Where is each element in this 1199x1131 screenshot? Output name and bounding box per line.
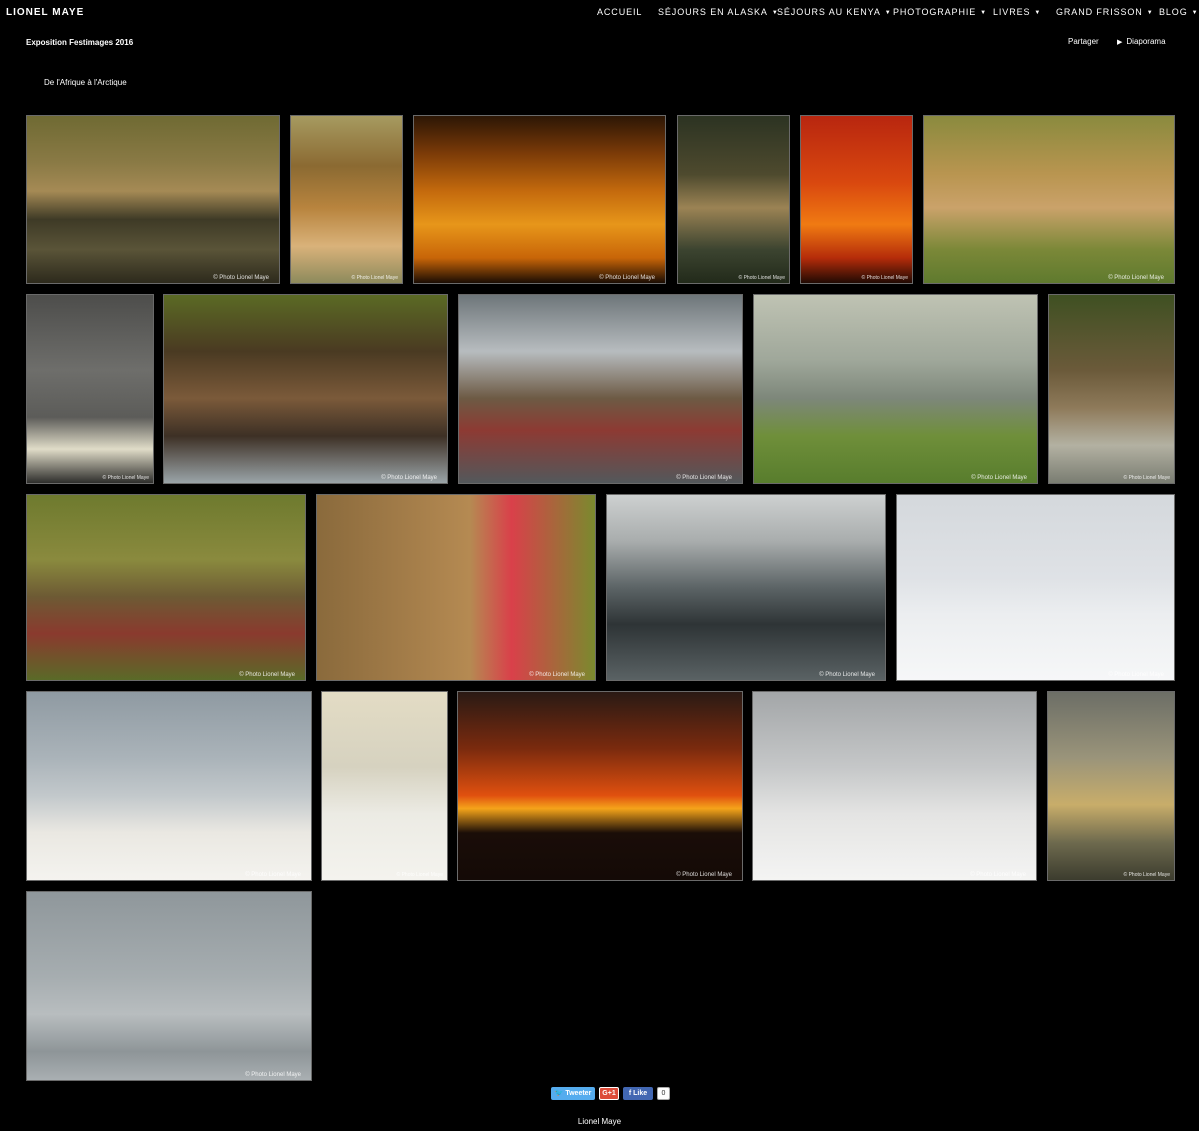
photo-watermark: © Photo Lionel Maye (381, 475, 437, 481)
nav-label: PHOTOGRAPHIE (893, 7, 977, 17)
photo-watermark: © Photo Lionel Maye (213, 275, 269, 281)
photo-giraffe-sunset[interactable]: © Photo Lionel Maye (800, 115, 913, 284)
photo-polar-cubs-sleeping[interactable]: © Photo Lionel Maye (896, 494, 1175, 681)
photo-polar-bears-sunset[interactable]: © Photo Lionel Maye (457, 691, 743, 881)
nav-label: BLOG (1159, 7, 1188, 17)
nav-item-3[interactable]: SÉJOURS AU KENYA ▼ (777, 7, 892, 17)
photo-watermark: © Photo Lionel Maye (1123, 872, 1171, 878)
photo-bear-salmon[interactable]: © Photo Lionel Maye (316, 494, 596, 681)
tweet-label: Tweeter (565, 1090, 592, 1097)
photo-polar-bear-water[interactable]: © Photo Lionel Maye (1047, 691, 1175, 881)
photo-bears-meadow[interactable]: © Photo Lionel Maye (753, 294, 1038, 484)
photo-watermark: © Photo Lionel Maye (1108, 275, 1164, 281)
photo-polar-mother-cub[interactable]: © Photo Lionel Maye (321, 691, 448, 881)
photo-bear-splash[interactable]: © Photo Lionel Maye (458, 294, 743, 484)
photo-lion-roaring[interactable]: © Photo Lionel Maye (290, 115, 403, 284)
google-plus-button[interactable]: G+1 (599, 1087, 619, 1100)
gallery-title: Exposition Festimages 2016 (26, 38, 134, 47)
nav-label: SÉJOURS EN ALASKA (658, 7, 768, 17)
photo-watermark: © Photo Lionel Maye (676, 475, 732, 481)
main-nav: ACCUEIL SÉJOURS EN ALASKA ▼ SÉJOURS AU KENY… (0, 7, 1199, 21)
photo-watermark: © Photo Lionel Maye (351, 275, 399, 281)
photo-watermark: © Photo Lionel Maye (1108, 672, 1164, 678)
photo-polar-bears-playing[interactable]: © Photo Lionel Maye (26, 691, 312, 881)
footer-text: Lionel Maye (577, 1117, 622, 1126)
caret-down-icon: ▼ (980, 10, 987, 16)
photo-watermark: © Photo Lionel Maye (1123, 475, 1171, 481)
photo-watermark: © Photo Lionel Maye (970, 872, 1026, 878)
caret-down-icon: ▼ (884, 10, 892, 16)
photo-bears-fighting[interactable]: © Photo Lionel Maye (163, 294, 448, 484)
nav-label: SÉJOURS AU KENYA (777, 7, 881, 17)
nav-item-7[interactable]: BLOG ▼ (1159, 7, 1198, 17)
nav-item-2[interactable]: SÉJOURS EN ALASKA ▼ (658, 7, 779, 17)
photo-watermark: © Photo Lionel Maye (245, 872, 301, 878)
caret-down-icon: ▼ (1034, 10, 1042, 16)
photo-elephant-portrait[interactable]: © Photo Lionel Maye (26, 294, 154, 484)
nav-label: LIVRES (993, 7, 1031, 17)
photo-watermark: © Photo Lionel Maye (971, 475, 1027, 481)
photo-polar-bears-sparring[interactable]: © Photo Lionel Maye (752, 691, 1037, 881)
nav-label: GRAND FRISSON (1056, 7, 1143, 17)
photo-watermark: © Photo Lionel Maye (819, 672, 875, 678)
nav-label: ACCUEIL (597, 7, 643, 17)
photo-watermark: © Photo Lionel Maye (676, 872, 732, 878)
photo-bear-swimming[interactable]: © Photo Lionel Maye (606, 494, 886, 681)
photo-polar-bears-fog[interactable]: © Photo Lionel Maye (26, 891, 312, 1081)
nav-item-4[interactable]: PHOTOGRAPHIE ▼ (893, 7, 987, 17)
fb-like-label: Like (633, 1090, 648, 1097)
slideshow-button[interactable]: ▶ Diaporama (1117, 37, 1166, 46)
photo-watermark: © Photo Lionel Maye (738, 275, 786, 281)
caret-down-icon: ▼ (1146, 10, 1154, 16)
slideshow-label: Diaporama (1126, 37, 1166, 46)
photo-leopard-tree[interactable]: © Photo Lionel Maye (677, 115, 790, 284)
facebook-like-button[interactable]: f Like (623, 1087, 653, 1100)
nav-item-6[interactable]: GRAND FRISSON ▼ (1056, 7, 1154, 17)
photo-watermark: © Photo Lionel Maye (102, 475, 150, 481)
nav-item-5[interactable]: LIVRES ▼ (993, 7, 1041, 17)
facebook-like-count: 0 (657, 1087, 670, 1100)
facebook-icon: f (628, 1090, 632, 1097)
twitter-bird-icon: 🐦 (554, 1090, 564, 1097)
top-bar: LIONEL MAYE ACCUEIL SÉJOURS EN ALASKA ▼ SÉJ… (0, 0, 1199, 26)
play-icon: ▶ (1117, 39, 1123, 46)
caret-down-icon: ▼ (1191, 10, 1199, 16)
nav-item-1[interactable]: ACCUEIL (597, 7, 642, 17)
photo-watermark: © Photo Lionel Maye (861, 275, 909, 281)
tweet-button[interactable]: 🐦 Tweeter (551, 1087, 595, 1100)
photo-lion-cubs[interactable]: © Photo Lionel Maye (923, 115, 1175, 284)
photo-bear-cubs-grass[interactable]: © Photo Lionel Maye (26, 494, 306, 681)
share-button[interactable]: Partager (1068, 37, 1099, 46)
gallery-subtitle: De l'Afrique à l'Arctique (44, 78, 127, 87)
photo-watermark: © Photo Lionel Maye (396, 872, 444, 878)
photo-watermark: © Photo Lionel Maye (529, 672, 585, 678)
photo-elephant-sunset[interactable]: © Photo Lionel Maye (413, 115, 666, 284)
photo-bear-cub-branch[interactable]: © Photo Lionel Maye (1048, 294, 1175, 484)
photo-cheetahs-drinking[interactable]: © Photo Lionel Maye (26, 115, 280, 284)
photo-watermark: © Photo Lionel Maye (245, 1072, 301, 1078)
photo-watermark: © Photo Lionel Maye (239, 672, 295, 678)
photo-watermark: © Photo Lionel Maye (599, 275, 655, 281)
